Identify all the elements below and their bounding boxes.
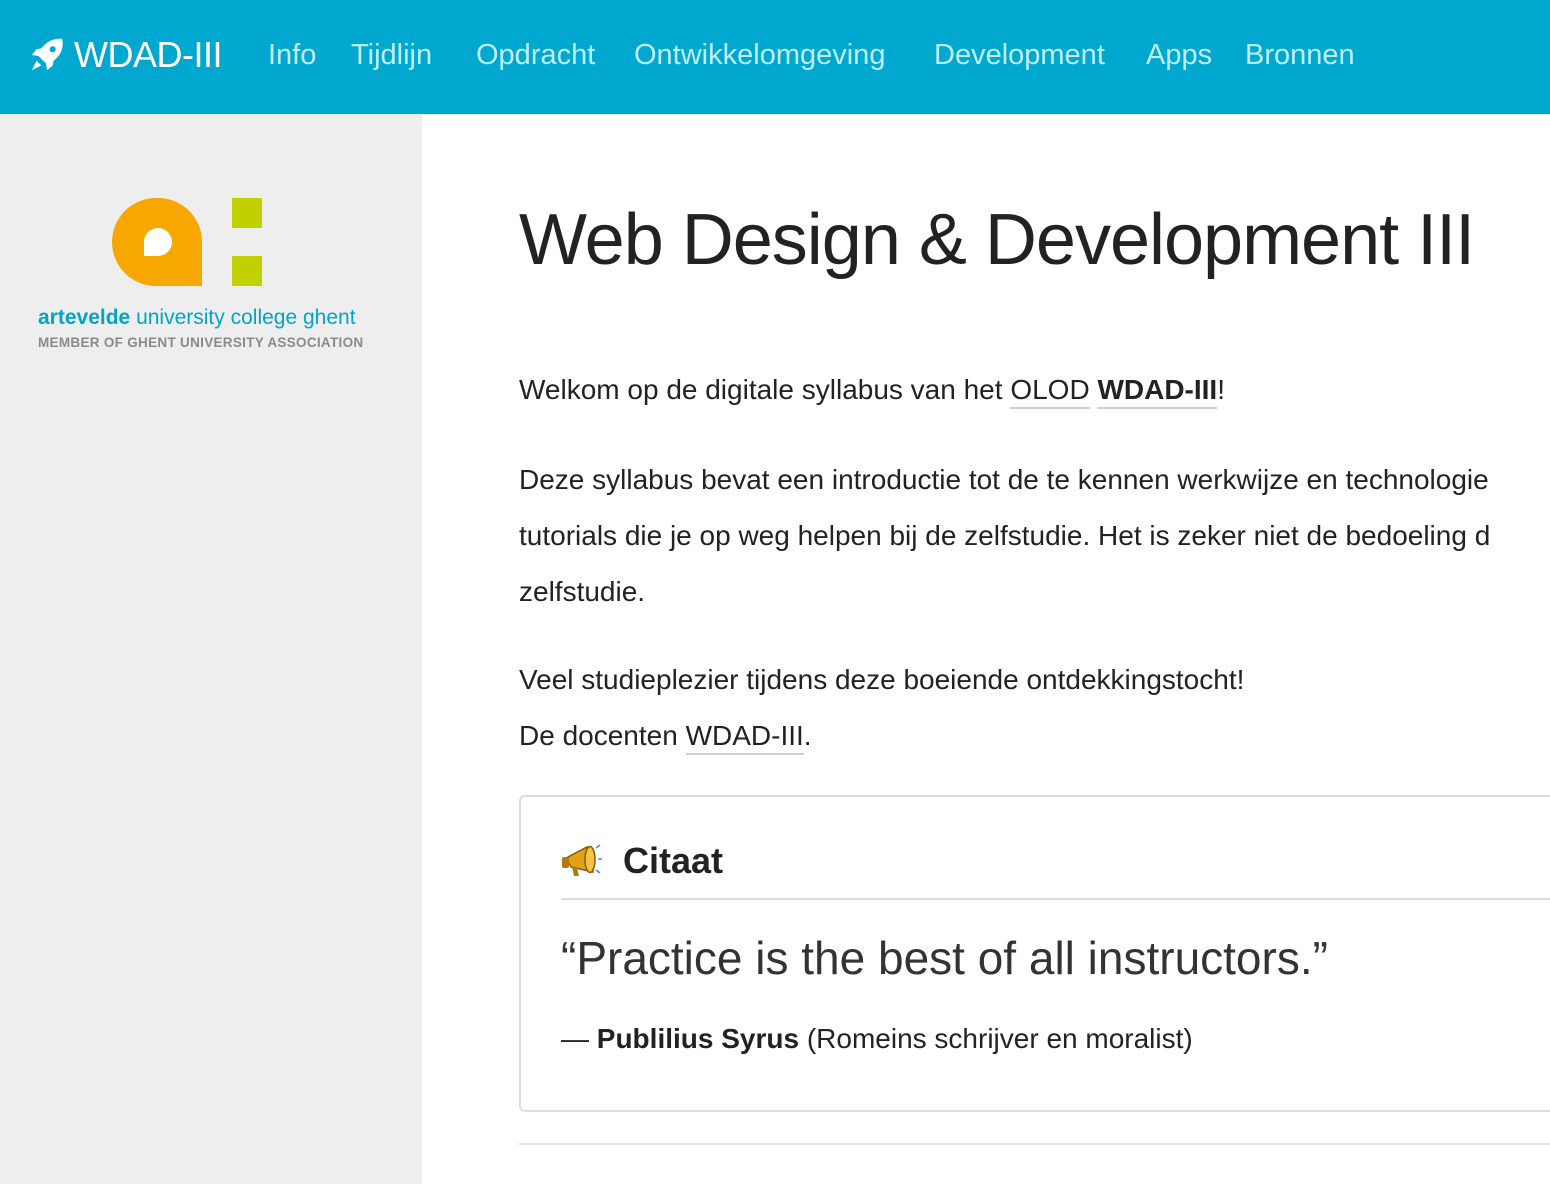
closing-line: Veel studieplezier tijdens deze boeiende… <box>519 664 1245 695</box>
quote-card-header: Citaat <box>561 823 723 899</box>
page-title: Web Design & Development III <box>519 200 1475 280</box>
artevelde-logo-mark <box>112 197 262 286</box>
welcome-paragraph: Welkom op de digitale syllabus van het O… <box>519 362 1225 418</box>
course-abbreviation[interactable]: WDAD-III <box>685 720 804 755</box>
intro-line: zelfstudie. <box>519 576 646 607</box>
quote-attribution: — Publilius Syrus (Romeins schrijver en … <box>561 1023 1193 1054</box>
intro-line: Deze syllabus bevat een introductie tot … <box>519 464 1489 495</box>
nav-opdracht[interactable]: Opdracht <box>476 30 595 80</box>
nav-ontwikkelomgeving[interactable]: Ontwikkelomgeving <box>634 30 885 80</box>
rocket-icon <box>28 36 66 74</box>
course-abbreviation[interactable]: WDAD-III <box>1097 374 1218 409</box>
artevelde-logo[interactable]: artevelde university college ghent MEMBE… <box>38 196 378 356</box>
olod-abbreviation[interactable]: OLOD <box>1010 374 1090 409</box>
top-navigation-bar: WDAD-III Info Tijdlijn Opdracht Ontwikke… <box>0 0 1550 114</box>
quote-text: “Practice is the best of all instructors… <box>561 932 1328 984</box>
intro-line: tutorials die je op weg helpen bij de ze… <box>519 520 1491 551</box>
brand-link[interactable]: WDAD-III <box>28 30 222 80</box>
nav-tijdlijn[interactable]: Tijdlijn <box>351 30 432 80</box>
quote-author-note: (Romeins schrijver en moralist) <box>799 1023 1193 1054</box>
sidebar: artevelde university college ghent MEMBE… <box>0 114 422 1184</box>
quote-card-divider <box>561 898 1550 900</box>
quote-card-title: Citaat <box>623 840 724 881</box>
nav-development[interactable]: Development <box>934 30 1105 80</box>
main-content: Web Design & Development III Welkom op d… <box>519 114 1550 1184</box>
content-divider <box>519 1143 1550 1145</box>
nav-info[interactable]: Info <box>268 30 316 80</box>
nav-bronnen[interactable]: Bronnen <box>1245 30 1355 80</box>
logo-wordmark: artevelde university college ghent <box>38 306 356 329</box>
signature-line: De docenten WDAD-III. <box>519 708 812 764</box>
logo-tagline: MEMBER OF GHENT UNIVERSITY ASSOCIATION <box>38 335 364 350</box>
megaphone-icon <box>561 842 603 880</box>
brand-title: WDAD-III <box>74 34 222 75</box>
quote-author-name: Publilius Syrus <box>596 1023 800 1054</box>
nav-apps[interactable]: Apps <box>1146 30 1212 80</box>
quote-card: Citaat “Practice is the best of all inst… <box>519 795 1550 1112</box>
